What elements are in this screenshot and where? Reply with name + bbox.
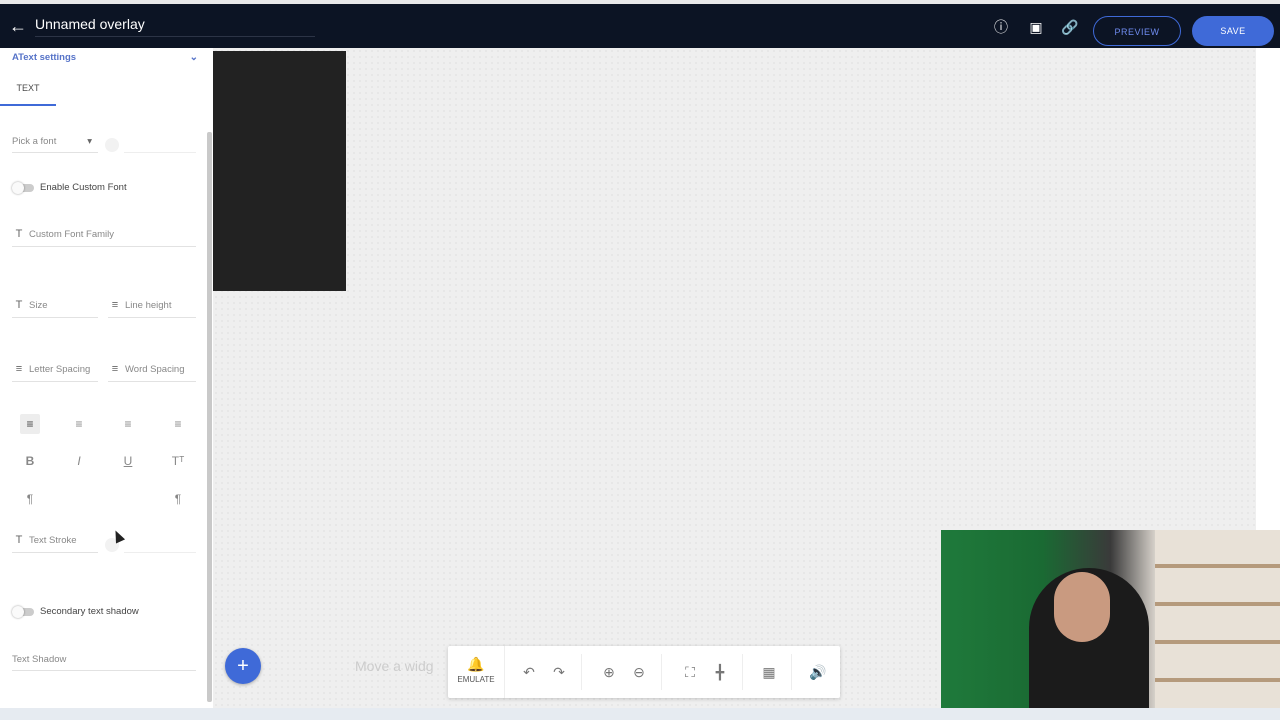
line-height-field[interactable]: ≡ Line height: [108, 299, 196, 318]
align-center-icon[interactable]: ≡: [69, 414, 89, 434]
secondary-text-shadow-toggle[interactable]: [12, 606, 34, 618]
align-left-icon[interactable]: ≡: [20, 414, 40, 434]
os-taskbar: [0, 708, 1280, 720]
fullscreen-icon[interactable]: ⛶: [680, 662, 700, 682]
toolbar-divider: [661, 654, 662, 690]
bell-icon: 🔔: [467, 656, 485, 672]
stroke-width-field[interactable]: [124, 534, 196, 553]
line-height-icon: ≡: [111, 299, 119, 311]
redo-icon[interactable]: ↷: [549, 662, 569, 682]
italic-icon[interactable]: I: [69, 451, 89, 471]
bold-icon[interactable]: B: [20, 451, 40, 471]
scene-preview-box[interactable]: [213, 51, 346, 291]
save-button[interactable]: SAVE: [1192, 16, 1274, 46]
word-spacing-field[interactable]: ≡ Word Spacing: [108, 363, 196, 382]
align-right-icon[interactable]: ≡: [118, 414, 138, 434]
preview-button[interactable]: PREVIEW: [1093, 16, 1181, 46]
canvas-hint-text: Move a widg: [355, 658, 434, 674]
paragraph-rtl-icon[interactable]: ¶: [168, 489, 188, 509]
top-bar: ← Unnamed overlay ⓘ ▣ 🔗 PREVIEW SAVE: [0, 0, 1280, 48]
text-stroke-field[interactable]: T Text Stroke: [12, 534, 98, 553]
text-size-icon: T: [15, 228, 23, 240]
text-case-icon[interactable]: Tᵀ: [168, 451, 188, 471]
toolbar-divider: [742, 654, 743, 690]
text-size-icon: T: [15, 299, 23, 311]
font-weight-field[interactable]: [124, 136, 196, 153]
undo-icon[interactable]: ↶: [519, 662, 539, 682]
overlay-title[interactable]: Unnamed overlay: [35, 16, 315, 37]
background-shelf: [1155, 530, 1280, 720]
volume-icon[interactable]: 🔊: [808, 662, 828, 682]
align-justify-icon[interactable]: ≡: [168, 414, 188, 434]
emulate-screen-icon[interactable]: ▣: [1027, 18, 1045, 36]
webcam-feed: [941, 530, 1280, 720]
text-settings-header[interactable]: A​ Text settings ⌄: [12, 52, 198, 68]
sidebar-scrollbar[interactable]: [207, 132, 212, 702]
person-face: [1054, 572, 1110, 642]
help-icon[interactable]: ⓘ: [992, 18, 1010, 36]
chevron-down-icon[interactable]: ⌄: [190, 52, 198, 63]
text-shadow-field[interactable]: Text Shadow: [12, 654, 196, 671]
toolbar-divider: [581, 654, 582, 690]
settings-sidebar: A​ Text settings ⌄ TEXT Pick a font ▾ En…: [0, 48, 206, 708]
back-arrow-icon[interactable]: ←: [8, 16, 28, 36]
font-picker[interactable]: Pick a font ▾: [12, 136, 98, 153]
add-widget-button[interactable]: +: [225, 648, 261, 684]
letter-spacing-field[interactable]: ≡ Letter Spacing: [12, 363, 98, 382]
paragraph-ltr-icon[interactable]: ¶: [20, 489, 40, 509]
letter-spacing-icon: ≡: [15, 363, 23, 375]
emulate-button[interactable]: 🔔 EMULATE: [448, 646, 505, 698]
custom-font-family-field[interactable]: T Custom Font Family: [12, 228, 196, 247]
emulate-label: EMULATE: [457, 675, 495, 684]
zoom-out-icon[interactable]: ⊖: [629, 662, 649, 682]
link-icon[interactable]: 🔗: [1061, 18, 1079, 36]
size-field[interactable]: T Size: [12, 299, 98, 318]
grid-icon[interactable]: ▦: [759, 662, 779, 682]
zoom-in-icon[interactable]: ⊕: [599, 662, 619, 682]
canvas-toolbar: 🔔 EMULATE ↶ ↷ ⊕ ⊖ ⛶ ╋ ▦ 🔊: [448, 646, 840, 698]
text-size-icon: T: [15, 534, 23, 546]
font-picker-label: Pick a font: [12, 136, 57, 147]
font-color-swatch[interactable]: [105, 138, 119, 152]
text-settings-title: Text settings: [18, 52, 77, 63]
caret-down-icon: ▾: [87, 136, 92, 147]
exit-fullscreen-icon[interactable]: ╋: [710, 662, 730, 682]
tab-text[interactable]: TEXT: [0, 78, 56, 106]
underline-icon[interactable]: U: [118, 451, 138, 471]
word-spacing-icon: ≡: [111, 363, 119, 375]
enable-custom-font-label: Enable Custom Font: [40, 182, 127, 193]
custom-font-toggle[interactable]: [12, 182, 34, 194]
toolbar-divider: [791, 654, 792, 690]
secondary-text-shadow-label: Secondary text shadow: [40, 606, 139, 617]
